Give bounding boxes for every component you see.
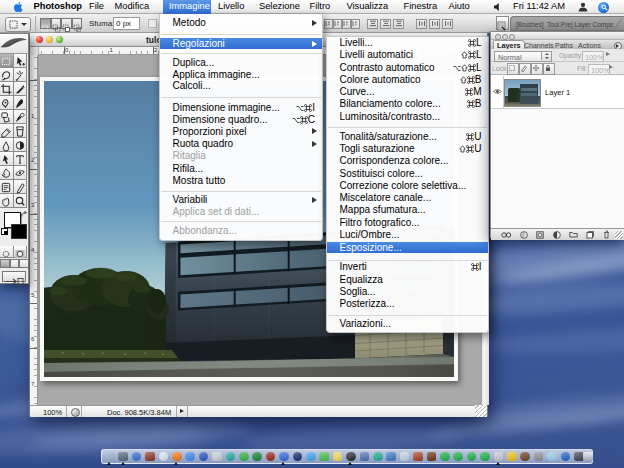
svg-text:f: f <box>522 232 525 238</box>
